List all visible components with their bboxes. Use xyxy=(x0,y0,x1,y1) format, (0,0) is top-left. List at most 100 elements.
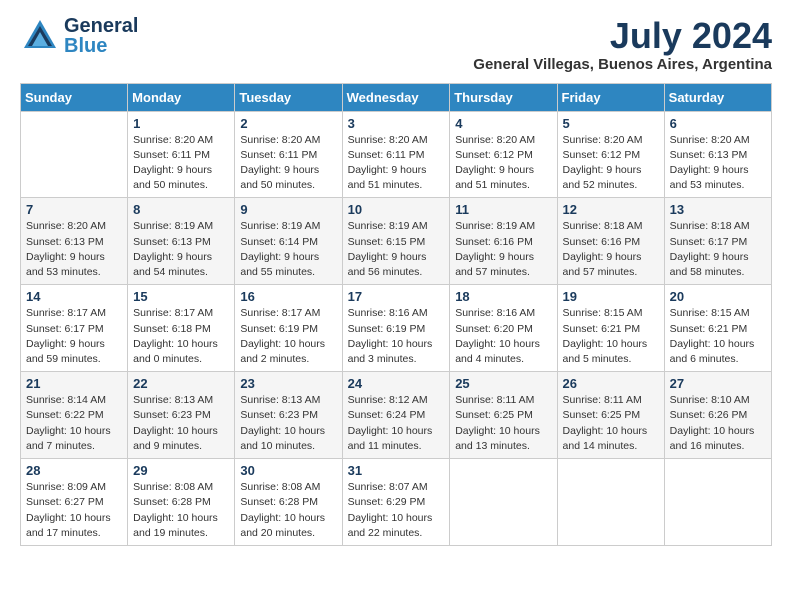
day-number: 25 xyxy=(455,376,551,391)
day-number: 1 xyxy=(133,116,229,131)
day-detail: Sunrise: 8:15 AMSunset: 6:21 PMDaylight:… xyxy=(563,306,659,367)
day-number: 8 xyxy=(133,202,229,217)
calendar-cell: 28Sunrise: 8:09 AMSunset: 6:27 PMDayligh… xyxy=(21,459,128,546)
day-detail: Sunrise: 8:16 AMSunset: 6:19 PMDaylight:… xyxy=(348,306,445,367)
calendar-cell: 13Sunrise: 8:18 AMSunset: 6:17 PMDayligh… xyxy=(664,198,771,285)
day-number: 19 xyxy=(563,289,659,304)
calendar-cell xyxy=(664,459,771,546)
day-number: 18 xyxy=(455,289,551,304)
day-detail: Sunrise: 8:20 AMSunset: 6:12 PMDaylight:… xyxy=(563,133,659,194)
calendar-cell xyxy=(21,111,128,198)
day-number: 11 xyxy=(455,202,551,217)
day-detail: Sunrise: 8:20 AMSunset: 6:13 PMDaylight:… xyxy=(26,219,122,280)
week-row-4: 21Sunrise: 8:14 AMSunset: 6:22 PMDayligh… xyxy=(21,372,772,459)
day-detail: Sunrise: 8:20 AMSunset: 6:12 PMDaylight:… xyxy=(455,133,551,194)
header-day-saturday: Saturday xyxy=(664,83,771,111)
day-detail: Sunrise: 8:13 AMSunset: 6:23 PMDaylight:… xyxy=(133,393,229,454)
calendar-cell: 8Sunrise: 8:19 AMSunset: 6:13 PMDaylight… xyxy=(128,198,235,285)
day-number: 21 xyxy=(26,376,122,391)
subtitle: General Villegas, Buenos Aires, Argentin… xyxy=(473,56,772,73)
day-number: 26 xyxy=(563,376,659,391)
day-detail: Sunrise: 8:10 AMSunset: 6:26 PMDaylight:… xyxy=(670,393,766,454)
day-detail: Sunrise: 8:13 AMSunset: 6:23 PMDaylight:… xyxy=(240,393,336,454)
day-number: 13 xyxy=(670,202,766,217)
day-number: 23 xyxy=(240,376,336,391)
header-day-monday: Monday xyxy=(128,83,235,111)
header-day-wednesday: Wednesday xyxy=(342,83,450,111)
day-number: 5 xyxy=(563,116,659,131)
calendar-cell: 2Sunrise: 8:20 AMSunset: 6:11 PMDaylight… xyxy=(235,111,342,198)
calendar-cell: 17Sunrise: 8:16 AMSunset: 6:19 PMDayligh… xyxy=(342,285,450,372)
calendar-cell: 9 Sunrise: 8:19 AMSunset: 6:14 PMDaylight… xyxy=(235,198,342,285)
calendar-cell: 1 Sunrise: 8:20 AMSunset: 6:11 PMDaylight… xyxy=(128,111,235,198)
calendar-header: SundayMondayTuesdayWednesdayThursdayFrid… xyxy=(21,83,772,111)
day-detail: Sunrise: 8:15 AMSunset: 6:21 PMDaylight:… xyxy=(670,306,766,367)
week-row-1: 1 Sunrise: 8:20 AMSunset: 6:11 PMDaylight… xyxy=(21,111,772,198)
logo-blue: Blue xyxy=(64,36,138,56)
page-header: General Blue July 2024 General Villegas,… xyxy=(20,16,772,73)
day-detail: Sunrise: 8:18 AMSunset: 6:16 PMDaylight:… xyxy=(563,219,659,280)
day-number: 22 xyxy=(133,376,229,391)
logo-general: General xyxy=(64,16,138,36)
day-number: 15 xyxy=(133,289,229,304)
day-number: 16 xyxy=(240,289,336,304)
calendar-cell: 19 Sunrise: 8:15 AMSunset: 6:21 PMDayligh… xyxy=(557,285,664,372)
day-detail: Sunrise: 8:20 AMSunset: 6:11 PMDaylight:… xyxy=(133,133,229,194)
calendar-cell xyxy=(450,459,557,546)
calendar-cell: 3 Sunrise: 8:20 AMSunset: 6:11 PMDaylight… xyxy=(342,111,450,198)
header-day-thursday: Thursday xyxy=(450,83,557,111)
calendar-cell: 12 Sunrise: 8:18 AMSunset: 6:16 PMDayligh… xyxy=(557,198,664,285)
day-number: 3 xyxy=(348,116,445,131)
day-number: 6 xyxy=(670,116,766,131)
day-detail: Sunrise: 8:16 AMSunset: 6:20 PMDaylight:… xyxy=(455,306,551,367)
day-detail: Sunrise: 8:19 AMSunset: 6:14 PMDaylight:… xyxy=(240,219,336,280)
day-number: 30 xyxy=(240,463,336,478)
day-detail: Sunrise: 8:20 AMSunset: 6:11 PMDaylight:… xyxy=(240,133,336,194)
logo-icon xyxy=(20,16,60,56)
day-detail: Sunrise: 8:17 AMSunset: 6:19 PMDaylight:… xyxy=(240,306,336,367)
logo-text: General Blue xyxy=(64,16,138,56)
day-detail: Sunrise: 8:07 AMSunset: 6:29 PMDaylight:… xyxy=(348,480,445,541)
day-number: 12 xyxy=(563,202,659,217)
calendar-cell: 7Sunrise: 8:20 AMSunset: 6:13 PMDaylight… xyxy=(21,198,128,285)
day-detail: Sunrise: 8:20 AMSunset: 6:11 PMDaylight:… xyxy=(348,133,445,194)
header-day-sunday: Sunday xyxy=(21,83,128,111)
day-detail: Sunrise: 8:08 AMSunset: 6:28 PMDaylight:… xyxy=(133,480,229,541)
header-day-friday: Friday xyxy=(557,83,664,111)
logo: General Blue xyxy=(20,16,138,56)
calendar-cell: 31Sunrise: 8:07 AMSunset: 6:29 PMDayligh… xyxy=(342,459,450,546)
calendar-body: 1 Sunrise: 8:20 AMSunset: 6:11 PMDaylight… xyxy=(21,111,772,545)
day-number: 9 xyxy=(240,202,336,217)
day-number: 29 xyxy=(133,463,229,478)
calendar-cell: 22 Sunrise: 8:13 AMSunset: 6:23 PMDayligh… xyxy=(128,372,235,459)
calendar-cell: 27 Sunrise: 8:10 AMSunset: 6:26 PMDayligh… xyxy=(664,372,771,459)
calendar-cell: 11Sunrise: 8:19 AMSunset: 6:16 PMDayligh… xyxy=(450,198,557,285)
header-row: SundayMondayTuesdayWednesdayThursdayFrid… xyxy=(21,83,772,111)
day-number: 27 xyxy=(670,376,766,391)
calendar-cell: 18 Sunrise: 8:16 AMSunset: 6:20 PMDayligh… xyxy=(450,285,557,372)
calendar-cell: 23 Sunrise: 8:13 AMSunset: 6:23 PMDayligh… xyxy=(235,372,342,459)
calendar-cell: 5 Sunrise: 8:20 AMSunset: 6:12 PMDaylight… xyxy=(557,111,664,198)
calendar-cell: 25 Sunrise: 8:11 AMSunset: 6:25 PMDayligh… xyxy=(450,372,557,459)
day-number: 20 xyxy=(670,289,766,304)
main-title: July 2024 xyxy=(473,16,772,56)
day-detail: Sunrise: 8:20 AMSunset: 6:13 PMDaylight:… xyxy=(670,133,766,194)
day-detail: Sunrise: 8:11 AMSunset: 6:25 PMDaylight:… xyxy=(455,393,551,454)
calendar-cell: 6 Sunrise: 8:20 AMSunset: 6:13 PMDaylight… xyxy=(664,111,771,198)
day-detail: Sunrise: 8:12 AMSunset: 6:24 PMDaylight:… xyxy=(348,393,445,454)
calendar-cell: 16 Sunrise: 8:17 AMSunset: 6:19 PMDayligh… xyxy=(235,285,342,372)
day-number: 24 xyxy=(348,376,445,391)
day-detail: Sunrise: 8:17 AMSunset: 6:18 PMDaylight:… xyxy=(133,306,229,367)
calendar-cell: 21Sunrise: 8:14 AMSunset: 6:22 PMDayligh… xyxy=(21,372,128,459)
calendar-cell: 10Sunrise: 8:19 AMSunset: 6:15 PMDayligh… xyxy=(342,198,450,285)
day-number: 14 xyxy=(26,289,122,304)
calendar-cell: 20 Sunrise: 8:15 AMSunset: 6:21 PMDayligh… xyxy=(664,285,771,372)
calendar-cell: 30 Sunrise: 8:08 AMSunset: 6:28 PMDayligh… xyxy=(235,459,342,546)
calendar-table: SundayMondayTuesdayWednesdayThursdayFrid… xyxy=(20,83,772,546)
calendar-cell: 26Sunrise: 8:11 AMSunset: 6:25 PMDayligh… xyxy=(557,372,664,459)
day-number: 4 xyxy=(455,116,551,131)
day-detail: Sunrise: 8:08 AMSunset: 6:28 PMDaylight:… xyxy=(240,480,336,541)
calendar-cell: 24 Sunrise: 8:12 AMSunset: 6:24 PMDayligh… xyxy=(342,372,450,459)
calendar-cell: 15 Sunrise: 8:17 AMSunset: 6:18 PMDayligh… xyxy=(128,285,235,372)
week-row-5: 28Sunrise: 8:09 AMSunset: 6:27 PMDayligh… xyxy=(21,459,772,546)
